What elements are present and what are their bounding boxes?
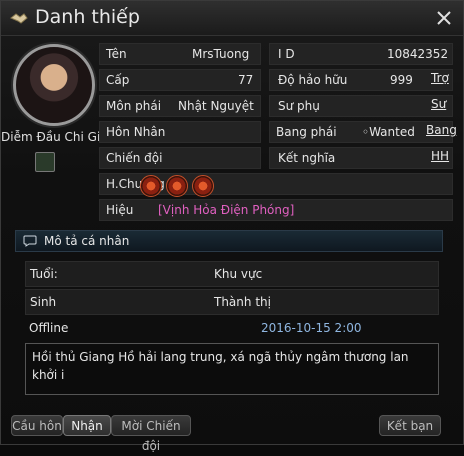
- medal-icon[interactable]: [192, 175, 214, 197]
- personal-section-header: Mô tả cá nhân: [15, 230, 443, 252]
- character-name: Diễm Đầu Chi Giao: [1, 130, 101, 144]
- hon-nhan-label: Hôn Nhân: [106, 125, 166, 139]
- tro-button[interactable]: Trợ: [431, 71, 449, 85]
- section-title: Mô tả cá nhân: [44, 234, 130, 248]
- hieu-value: [Vịnh Hỏa Điện Phóng]: [158, 203, 295, 217]
- row-bang-phai: Bang phái ◦Wanted Bang: [269, 121, 457, 143]
- cau-hon-button[interactable]: Cầu hôn: [11, 415, 63, 436]
- title-bar: Danh thiếp: [1, 1, 463, 36]
- su-button[interactable]: Sư: [431, 97, 446, 111]
- row-su-phu: Sư phụ Sư: [269, 95, 453, 117]
- mon-phai-value: Nhật Nguyệt: [178, 99, 254, 113]
- row-mon-phai: Môn phái Nhật Nguyệt: [99, 95, 261, 117]
- ten-value: MrsTuong: [192, 47, 250, 61]
- personal-description: Hồi thủ Giang Hồ hải lang trung, xá ngã …: [25, 343, 439, 395]
- bang-phai-value: ◦Wanted: [362, 125, 415, 139]
- tuoi-label: Tuổi:: [30, 267, 58, 281]
- business-card-window: Danh thiếp Diễm Đầu Chi Giao Tên MrsTuon…: [0, 0, 464, 453]
- thanh-thi-label: Thành thị: [214, 295, 271, 309]
- ket-ban-button[interactable]: Kết bạn: [379, 415, 441, 436]
- row-cap: Cấp 77: [99, 69, 261, 91]
- id-value: 10842352: [387, 47, 449, 61]
- sinh-label: Sinh: [30, 295, 57, 309]
- cap-value: 77: [238, 73, 254, 87]
- row-tuoi: Tuổi: Khu vực: [25, 261, 439, 287]
- handshake-icon: [10, 13, 28, 24]
- offline-label: Offline: [29, 321, 69, 335]
- chat-bubble-icon: [23, 235, 37, 247]
- do-hao-huu-value: 999: [390, 73, 413, 87]
- ket-nghia-label: Kết nghĩa: [278, 151, 336, 165]
- bang-button[interactable]: Bang: [426, 123, 457, 137]
- offline-value: 2016-10-15 2:00: [261, 321, 362, 335]
- row-sinh: Sinh Thành thị: [25, 289, 439, 315]
- do-hao-huu-label: Độ hảo hữu: [278, 73, 348, 87]
- close-icon[interactable]: [433, 7, 455, 29]
- row-hieu: Hiệu [Vịnh Hỏa Điện Phóng]: [99, 199, 453, 221]
- medal-icon[interactable]: [166, 175, 188, 197]
- medal-icon[interactable]: [140, 175, 162, 197]
- row-h-chuong: H.Chương: [99, 173, 453, 197]
- row-ten: Tên MrsTuong: [99, 43, 261, 65]
- su-phu-label: Sư phụ: [278, 99, 320, 113]
- row-id: I D 10842352: [269, 43, 453, 65]
- cap-label: Cấp: [106, 73, 130, 87]
- bang-phai-label: Bang phái: [276, 125, 337, 139]
- window-title: Danh thiếp: [35, 6, 140, 28]
- avatar: [13, 44, 95, 126]
- row-chien-doi: Chiến đội: [99, 147, 261, 169]
- row-offline: Offline 2016-10-15 2:00: [25, 317, 439, 341]
- row-hon-nhan: Hôn Nhân: [99, 121, 261, 143]
- row-ket-nghia: Kết nghĩa HH: [269, 147, 453, 169]
- hh-button[interactable]: HH: [431, 149, 449, 163]
- gift-icon[interactable]: [35, 152, 55, 172]
- chien-doi-label: Chiến đội: [106, 151, 163, 165]
- id-label: I D: [278, 47, 295, 61]
- row-do-hao-huu: Độ hảo hữu 999 Trợ: [269, 69, 453, 91]
- khu-vuc-label: Khu vực: [214, 267, 263, 281]
- mon-phai-label: Môn phái: [106, 99, 162, 113]
- hieu-label: Hiệu: [106, 203, 134, 217]
- moi-chien-doi-button[interactable]: Mời Chiến đội: [111, 415, 191, 453]
- nhan-button[interactable]: Nhận: [63, 415, 111, 436]
- ten-label: Tên: [106, 47, 127, 61]
